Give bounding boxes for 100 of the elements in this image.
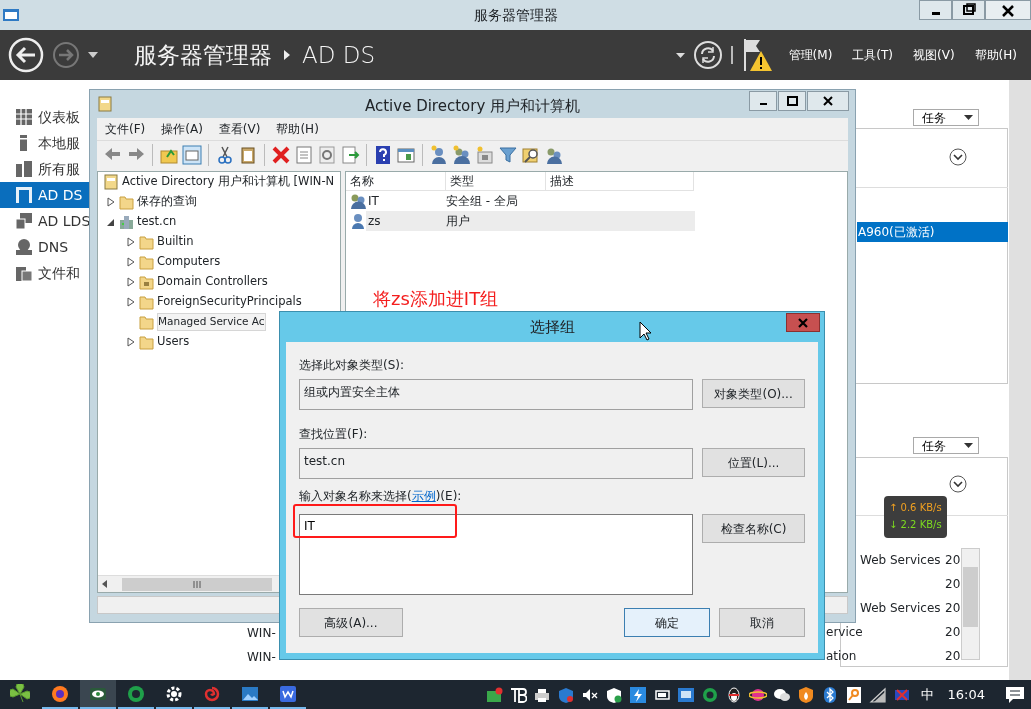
column-header[interactable]: 描述: [546, 172, 694, 191]
domain-icon: [119, 214, 134, 230]
breadcrumb-item[interactable]: AD DS: [302, 37, 376, 73]
menu-item[interactable]: 文件(F): [97, 120, 154, 138]
shield-check-icon[interactable]: [604, 685, 623, 704]
new-user-icon[interactable]: [429, 144, 449, 165]
help-icon[interactable]: [373, 144, 393, 165]
dialog-button[interactable]: 取消: [719, 608, 805, 637]
sidebar-item[interactable]: 文件和: [0, 260, 89, 286]
cut-icon[interactable]: [215, 144, 235, 165]
clock[interactable]: 16:04: [947, 684, 985, 705]
breadcrumb-item[interactable]: 服务器管理器: [134, 37, 272, 73]
example-link[interactable]: 示例: [411, 489, 436, 503]
table-row[interactable]: A960(已激活): [857, 222, 1008, 242]
folder-icon: [139, 294, 154, 310]
sidebar-item[interactable]: AD DS: [0, 182, 89, 208]
collapse-arrow-icon[interactable]: [106, 217, 116, 227]
new-ou-icon[interactable]: [475, 144, 495, 165]
export-icon[interactable]: [340, 144, 360, 165]
notification-icon[interactable]: [1005, 685, 1025, 704]
filter-icon[interactable]: [498, 144, 518, 165]
monitor-icon[interactable]: [676, 685, 695, 704]
name-input-field[interactable]: IT: [299, 514, 693, 595]
paste-icon[interactable]: [238, 144, 258, 165]
tasks-dropdown[interactable]: 任务: [913, 437, 979, 454]
network-icon[interactable]: [868, 685, 887, 704]
close-button[interactable]: [820, 94, 836, 108]
lightning-icon[interactable]: [628, 685, 647, 704]
shop-icon[interactable]: [484, 685, 503, 704]
sidebar-item[interactable]: 本地服: [0, 130, 89, 156]
back-button[interactable]: [8, 37, 44, 73]
close-button[interactable]: [1000, 3, 1016, 17]
table-row[interactable]: zs 用户: [366, 211, 695, 231]
tree-item[interactable]: ForeignSecurityPrincipals: [157, 293, 302, 311]
sidebar-item[interactable]: DNS: [0, 234, 89, 260]
menu-item[interactable]: 视图(V): [907, 46, 961, 64]
key-icon[interactable]: [844, 685, 863, 704]
caret-icon: [964, 443, 973, 448]
chat-icon[interactable]: [700, 685, 719, 704]
clover-icon[interactable]: [10, 683, 30, 704]
refresh-icon[interactable]: [317, 144, 337, 165]
tree-item[interactable]: Builtin: [157, 233, 194, 251]
scrollbar[interactable]: [1009, 80, 1031, 680]
chevron-icon: [284, 50, 290, 60]
shield-icon[interactable]: [556, 685, 575, 704]
chat-icon[interactable]: [126, 683, 146, 704]
folder-icon: [139, 234, 154, 250]
browser-icon[interactable]: [50, 683, 70, 704]
tree-item[interactable]: 保存的查询: [137, 193, 197, 211]
dialog-button[interactable]: 确定: [624, 608, 710, 637]
user-icon: [350, 213, 366, 229]
dropdown-caret-icon[interactable]: [675, 52, 685, 58]
tree-item[interactable]: Domain Controllers: [157, 273, 268, 291]
expand-arrow-icon[interactable]: [126, 257, 136, 267]
tree-item[interactable]: Managed Service Ac: [157, 313, 266, 331]
menu-item[interactable]: 工具(T): [846, 46, 900, 64]
menu-item[interactable]: 操作(A): [153, 120, 211, 138]
expand-arrow-icon[interactable]: [126, 277, 136, 287]
column-header[interactable]: 名称: [346, 172, 446, 191]
table-cell-text: ervice: [826, 624, 863, 641]
document-icon[interactable]: [278, 683, 298, 704]
tree-item[interactable]: test.cn: [137, 213, 177, 231]
tree-item[interactable]: Active Directory 用户和计算机 [WIN-N: [122, 173, 335, 191]
menu-item[interactable]: 帮助(H): [268, 120, 327, 138]
group-icon: [350, 193, 366, 209]
expand-arrow-icon[interactable]: [126, 297, 136, 307]
sidebar-item[interactable]: 仪表板: [0, 104, 89, 130]
maximize-button[interactable]: [960, 3, 977, 17]
tree-item[interactable]: Users: [157, 333, 190, 351]
forward-button[interactable]: [52, 41, 80, 69]
menu-item[interactable]: 管理(M): [782, 46, 839, 64]
fire-shield-icon[interactable]: [796, 685, 815, 704]
delete-icon[interactable]: [271, 144, 291, 165]
input-method-indicator[interactable]: 中: [920, 684, 934, 705]
field-label: 选择此对象类型(S):: [299, 357, 406, 374]
menu-item[interactable]: 帮助(H): [968, 46, 1023, 64]
snap-in-icon: [104, 174, 119, 190]
scrollbar[interactable]: [961, 548, 980, 660]
refresh-button[interactable]: [692, 40, 723, 70]
tree-item[interactable]: Computers: [157, 253, 221, 271]
dialog-button[interactable]: 位置(L)...: [702, 448, 805, 477]
tb-icon[interactable]: [508, 685, 527, 704]
expand-arrow-icon[interactable]: [106, 197, 116, 207]
menu-item[interactable]: 查看(V): [210, 120, 269, 138]
dropdown-caret-icon[interactable]: [88, 52, 98, 58]
expand-button[interactable]: [949, 148, 967, 166]
sidebar-item[interactable]: AD LDS: [0, 208, 89, 234]
dialog-button[interactable]: 对象类型(O)...: [702, 379, 805, 408]
scrollbar-thumb[interactable]: [122, 577, 272, 591]
sidebar-item[interactable]: 所有服: [0, 156, 89, 182]
maximize-button[interactable]: [784, 94, 800, 108]
table-row[interactable]: IT 安全组 - 全局: [366, 191, 695, 211]
expand-button[interactable]: [949, 475, 967, 493]
new-group-icon[interactable]: [452, 144, 472, 165]
expand-arrow-icon[interactable]: [126, 237, 136, 247]
expand-arrow-icon[interactable]: [126, 337, 136, 347]
check-names-button[interactable]: 检查名称(C): [702, 514, 805, 543]
tasks-dropdown[interactable]: 任务: [913, 109, 979, 126]
column-header[interactable]: 类型: [446, 172, 546, 191]
dialog-button[interactable]: 高级(A)...: [299, 608, 403, 637]
